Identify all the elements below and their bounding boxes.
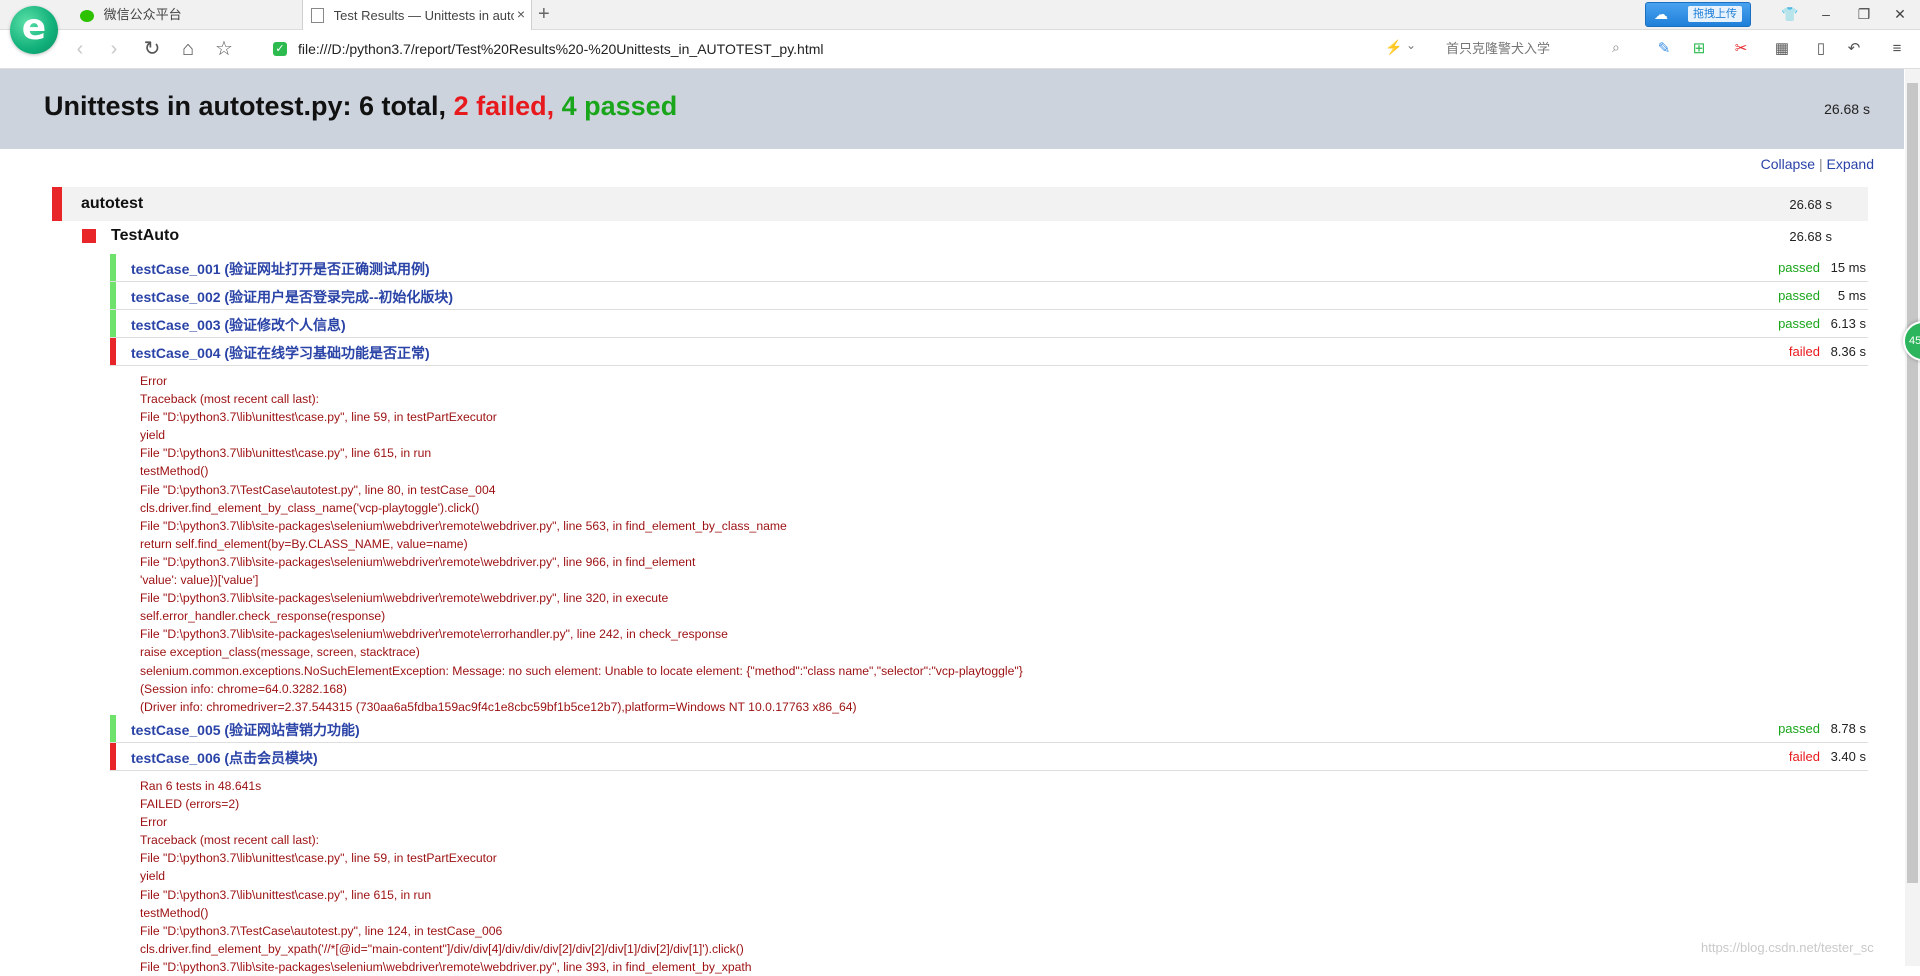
scrollbar-thumb[interactable]: [1907, 83, 1918, 883]
test-name: testCase_001 (验证网址打开是否正确测试用例): [131, 261, 430, 277]
tab-title: 微信公众平台: [103, 7, 182, 22]
test-status: failed: [1788, 749, 1820, 764]
test-duration: 6.13 s: [1830, 316, 1866, 331]
reload-icon[interactable]: ↻: [140, 36, 164, 62]
test-row[interactable]: testCase_001 (验证网址打开是否正确测试用例) passed 15 …: [110, 254, 1868, 282]
secure-shield-icon: ✓: [273, 42, 287, 56]
forward-icon[interactable]: ›: [102, 36, 126, 62]
test-duration: 8.36 s: [1830, 344, 1866, 359]
test-row[interactable]: testCase_005 (验证网站营销力功能) passed 8.78 s: [110, 715, 1868, 743]
translate-icon[interactable]: ⊞: [1688, 38, 1710, 60]
chevron-down-icon[interactable]: ⌄: [1406, 38, 1416, 52]
page-scrollbar[interactable]: [1905, 69, 1920, 966]
test-name: testCase_006 (点击会员模块): [131, 750, 318, 766]
suite-name: autotest: [81, 195, 144, 212]
suite-status-bar: [52, 187, 62, 221]
test-name: testCase_004 (验证在线学习基础功能是否正常): [131, 345, 430, 361]
apps-grid-icon[interactable]: ▦: [1771, 38, 1793, 60]
tab-test-results[interactable]: Test Results — Unittests in autotest.py …: [302, 0, 532, 30]
test-status-bar: [110, 743, 116, 770]
test-row[interactable]: testCase_003 (验证修改个人信息) passed 6.13 s: [110, 310, 1868, 338]
browser-logo[interactable]: e: [10, 6, 58, 54]
test-duration: 15 ms: [1830, 260, 1866, 275]
expand-link[interactable]: Expand: [1827, 156, 1874, 172]
close-tab-icon[interactable]: ×: [517, 0, 525, 29]
tablet-icon[interactable]: ▯: [1810, 38, 1832, 60]
test-name: testCase_002 (验证用户是否登录完成--初始化版块): [131, 289, 454, 305]
test-name: testCase_003 (验证修改个人信息): [131, 317, 346, 333]
cloud-upload-button[interactable]: ☁ 拖拽上传: [1645, 2, 1751, 27]
back-icon[interactable]: ‹: [68, 36, 92, 62]
test-row[interactable]: testCase_002 (验证用户是否登录完成--初始化版块) passed …: [110, 282, 1868, 310]
address-bar[interactable]: file:///D:/python3.7/report/Test%20Resul…: [298, 39, 1298, 59]
class-name: TestAuto: [111, 227, 180, 244]
test-duration: 8.78 s: [1830, 721, 1866, 736]
test-name: testCase_005 (验证网站营销力功能): [131, 722, 360, 738]
close-window-button[interactable]: ✕: [1882, 0, 1918, 29]
minimize-button[interactable]: –: [1808, 0, 1844, 29]
error-traceback: Error Traceback (most recent call last):…: [140, 374, 1023, 714]
error-traceback: Ran 6 tests in 48.641s FAILED (errors=2)…: [140, 779, 752, 974]
test-row[interactable]: testCase_006 (点击会员模块) failed 3.40 s: [110, 743, 1868, 771]
link-separator: |: [1818, 156, 1823, 172]
title-summary: Unittests in autotest.py: 6 total,: [44, 91, 447, 121]
test-status-bar: [110, 282, 116, 309]
bookmark-star-icon[interactable]: ☆: [212, 36, 236, 62]
suite-row[interactable]: autotest 26.68 s: [52, 187, 1868, 221]
cloud-icon: ☁: [1654, 6, 1668, 22]
total-duration: 26.68 s: [1824, 101, 1870, 117]
page-icon: [311, 8, 324, 24]
failed-count: 2 failed,: [453, 91, 555, 121]
test-status: passed: [1778, 260, 1820, 275]
test-status: failed: [1788, 344, 1820, 359]
class-duration: 26.68 s: [1789, 229, 1832, 244]
scissors-icon[interactable]: ✂: [1730, 38, 1752, 60]
undo-icon[interactable]: ↶: [1843, 38, 1865, 60]
page-title: Unittests in autotest.py: 6 total, 2 fai…: [44, 91, 677, 122]
new-tab-button[interactable]: +: [538, 0, 550, 29]
test-status: passed: [1778, 316, 1820, 331]
class-row[interactable]: TestAuto 26.68 s: [78, 222, 1868, 250]
test-status-bar: [110, 715, 116, 742]
tab-title: Test Results — Unittests in autotest.py: [333, 8, 514, 24]
test-status: passed: [1778, 288, 1820, 303]
logo-letter: e: [21, 7, 47, 48]
passed-count: 4 passed: [561, 91, 678, 121]
test-status: passed: [1778, 721, 1820, 736]
watermark: https://blog.csdn.net/tester_sc: [1701, 940, 1874, 955]
home-icon[interactable]: ⌂: [176, 36, 200, 62]
tab-bar: 微信公众平台 Test Results — Unittests in autot…: [0, 0, 1920, 30]
test-status-bar: [110, 338, 116, 365]
pen-icon[interactable]: ✎: [1653, 38, 1675, 60]
cloud-upload-label: 拖拽上传: [1688, 6, 1742, 22]
class-status-square: [82, 229, 96, 243]
test-status-bar: [110, 254, 116, 281]
test-duration: 3.40 s: [1830, 749, 1866, 764]
restore-button[interactable]: ❐: [1846, 0, 1882, 29]
shirt-icon[interactable]: 👕: [1772, 0, 1808, 29]
report-header: Unittests in autotest.py: 6 total, 2 fai…: [0, 69, 1904, 149]
menu-icon[interactable]: ≡: [1886, 38, 1908, 60]
test-row[interactable]: testCase_004 (验证在线学习基础功能是否正常) failed 8.3…: [110, 338, 1868, 366]
lightning-icon[interactable]: ⚡: [1385, 39, 1402, 56]
suite-duration: 26.68 s: [1789, 197, 1832, 212]
wechat-icon: [80, 9, 94, 22]
test-status-bar: [110, 310, 116, 337]
tab-wechat[interactable]: 微信公众平台: [72, 0, 298, 29]
collapse-link[interactable]: Collapse: [1761, 156, 1815, 172]
search-icon[interactable]: ⌕: [1612, 39, 1620, 56]
collapse-expand-links: Collapse | Expand: [1761, 156, 1874, 172]
address-toolbar: ‹ › ↻ ⌂ ☆ ✓ file:///D:/python3.7/report/…: [0, 30, 1920, 69]
test-duration: 5 ms: [1837, 288, 1866, 303]
